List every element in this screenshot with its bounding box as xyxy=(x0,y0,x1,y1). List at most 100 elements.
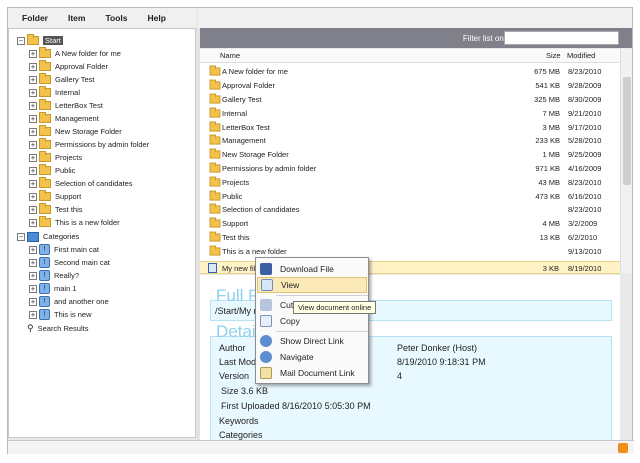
list-row[interactable]: Selection of candidates 8/23/2010 xyxy=(200,203,620,217)
expand-icon[interactable]: + xyxy=(29,127,37,136)
expand-icon[interactable]: + xyxy=(29,153,37,162)
category-item[interactable]: +! main 1 xyxy=(29,282,77,295)
filter-label: Filter list on: xyxy=(462,34,506,43)
expand-icon[interactable]: + xyxy=(29,284,37,293)
list-row[interactable]: Public 473 KB 6/16/2010 xyxy=(200,189,620,203)
expand-icon[interactable]: + xyxy=(29,192,37,201)
menu-help[interactable]: Help xyxy=(148,13,166,23)
expand-icon[interactable]: + xyxy=(29,258,37,267)
folder-icon xyxy=(209,121,221,132)
tree-item[interactable]: + LetterBox Test xyxy=(29,99,103,112)
expand-icon[interactable]: + xyxy=(29,101,37,110)
category-item[interactable]: +! Second main cat xyxy=(29,256,110,269)
vertical-scrollbar[interactable] xyxy=(620,49,632,273)
column-header-size[interactable]: Size xyxy=(546,51,561,60)
expand-icon[interactable]: + xyxy=(29,88,37,97)
menu-folder[interactable]: Folder xyxy=(22,13,48,23)
folder-icon xyxy=(39,164,51,175)
toolbar-area xyxy=(198,8,632,28)
rss-icon[interactable] xyxy=(618,443,628,453)
tree-item-start[interactable]: − Start xyxy=(17,34,63,47)
row-size: 971 KB xyxy=(535,163,560,173)
row-modified: 8/23/2010 xyxy=(568,67,602,77)
scroll-thumb[interactable] xyxy=(623,77,631,185)
expand-icon[interactable]: + xyxy=(29,310,37,319)
expand-icon[interactable]: + xyxy=(29,114,37,123)
version-value: 4 xyxy=(397,371,403,381)
tree-item[interactable]: + This is a new folder xyxy=(29,216,120,229)
tree-item-search-results[interactable]: ⚲ Search Results xyxy=(27,322,88,335)
list-row[interactable]: A New folder for me 675 MB 8/23/2010 xyxy=(200,65,620,79)
row-size: 675 MB xyxy=(534,67,560,77)
list-row[interactable]: Approval Folder 541 KB 9/28/2009 xyxy=(200,79,620,93)
categories-icon xyxy=(27,231,39,242)
expand-icon[interactable]: + xyxy=(29,245,37,254)
row-size: 325 MB xyxy=(534,94,560,104)
menu-tools[interactable]: Tools xyxy=(105,13,127,23)
category-icon: ! xyxy=(39,309,50,320)
tree-item-categories[interactable]: − Categories xyxy=(17,230,79,243)
collapse-icon[interactable]: − xyxy=(17,36,25,45)
column-header-modified[interactable]: Modified xyxy=(567,51,595,60)
tree-item[interactable]: + Test this xyxy=(29,203,83,216)
list-row[interactable]: New Storage Folder 1 MB 9/25/2009 xyxy=(200,148,620,162)
expand-icon[interactable]: + xyxy=(29,62,37,71)
row-modified: 9/21/2010 xyxy=(568,108,602,118)
expand-icon[interactable]: + xyxy=(29,75,37,84)
list-row[interactable]: Management 233 KB 5/28/2010 xyxy=(200,134,620,148)
category-item[interactable]: +! Really? xyxy=(29,269,79,282)
list-row[interactable]: Internal 7 MB 9/21/2010 xyxy=(200,106,620,120)
expand-icon[interactable]: + xyxy=(29,49,37,58)
tree-item[interactable]: + Permissions by admin folder xyxy=(29,138,149,151)
menu-item[interactable]: Item xyxy=(68,13,85,23)
column-header-name[interactable]: Name xyxy=(220,51,240,60)
row-modified: 5/28/2010 xyxy=(568,136,602,146)
navigate-item[interactable]: Navigate xyxy=(257,349,367,365)
row-name: Test this xyxy=(222,232,250,242)
copy-item[interactable]: Copy xyxy=(257,313,367,329)
tree-item[interactable]: + Public xyxy=(29,164,75,177)
file-icon xyxy=(208,263,217,273)
expand-icon[interactable]: + xyxy=(29,166,37,175)
expand-icon[interactable]: + xyxy=(29,218,37,227)
folder-icon xyxy=(39,99,51,110)
expand-icon[interactable]: + xyxy=(29,179,37,188)
filter-input[interactable] xyxy=(504,31,619,45)
link-icon xyxy=(260,335,272,347)
list-header: Name Size Modified xyxy=(200,49,620,63)
list-row[interactable]: Test this 13 KB 6/2/2010 xyxy=(200,231,620,245)
navigate-icon xyxy=(260,351,272,363)
list-row[interactable]: Permissions by admin folder 971 KB 4/16/20… xyxy=(200,162,620,176)
row-size: 473 KB xyxy=(535,191,560,201)
expand-icon[interactable]: + xyxy=(29,205,37,214)
folder-tree[interactable]: − Start + A New folder for me + Approval F… xyxy=(8,28,196,438)
tree-item[interactable]: + Gallery Test xyxy=(29,73,94,86)
tree-item[interactable]: + Approval Folder xyxy=(29,60,108,73)
folder-icon xyxy=(209,217,221,228)
list-row[interactable]: LetterBox Test 3 MB 9/17/2010 xyxy=(200,120,620,134)
mail-document-link-item[interactable]: Mail Document Link xyxy=(257,365,367,381)
list-row[interactable]: Support 4 MB 3/2/2009 xyxy=(200,217,620,231)
tree-item[interactable]: + Internal xyxy=(29,86,80,99)
row-name: Management xyxy=(222,136,266,146)
download-file-item[interactable]: Download File xyxy=(257,261,367,277)
list-row[interactable]: Projects 43 MB 8/23/2010 xyxy=(200,175,620,189)
tree-item[interactable]: + New Storage Folder xyxy=(29,125,122,138)
row-modified: 8/30/2009 xyxy=(568,94,602,104)
category-item[interactable]: +! First main cat xyxy=(29,243,99,256)
tree-item[interactable]: + A New folder for me xyxy=(29,47,121,60)
category-item[interactable]: +! and another one xyxy=(29,295,109,308)
tree-item[interactable]: + Management xyxy=(29,112,99,125)
collapse-icon[interactable]: − xyxy=(17,232,25,241)
tree-item[interactable]: + Support xyxy=(29,190,81,203)
list-row[interactable]: Gallery Test 325 MB 8/30/2009 xyxy=(200,93,620,107)
expand-icon[interactable]: + xyxy=(29,271,37,280)
view-item[interactable]: View xyxy=(257,277,367,293)
category-item[interactable]: +! This is new xyxy=(29,308,92,321)
show-direct-link-item[interactable]: Show Direct Link xyxy=(257,333,367,349)
context-menu: Download File View Cut Copy Show Direct … xyxy=(255,257,369,384)
expand-icon[interactable]: + xyxy=(29,297,37,306)
tree-item[interactable]: + Projects xyxy=(29,151,82,164)
tree-item[interactable]: + Selection of candidates xyxy=(29,177,133,190)
expand-icon[interactable]: + xyxy=(29,140,37,149)
